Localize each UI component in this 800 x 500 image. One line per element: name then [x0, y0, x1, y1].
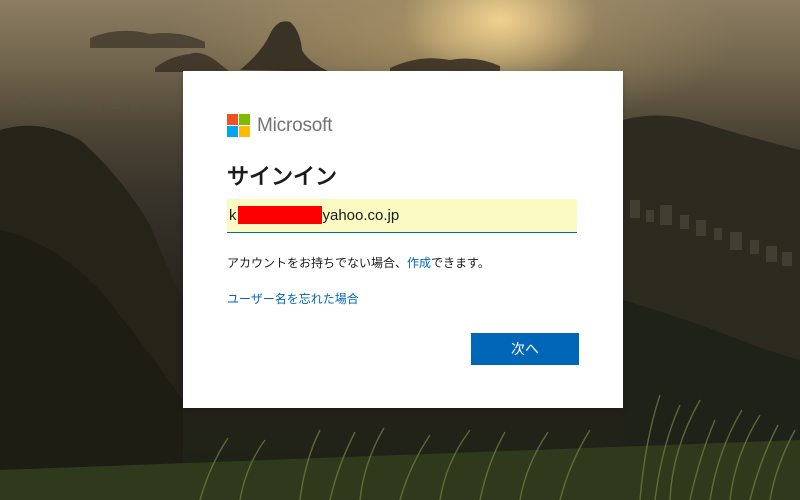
forgot-username-link[interactable]: ユーザー名を忘れた場合 — [227, 292, 359, 306]
email-value: k yahoo.co.jp — [229, 206, 399, 224]
logo-square-yellow — [239, 126, 250, 137]
email-field[interactable]: k yahoo.co.jp — [227, 199, 577, 233]
logo-square-blue — [227, 126, 238, 137]
next-button[interactable]: 次へ — [471, 333, 579, 365]
microsoft-logo: Microsoft — [227, 114, 332, 137]
page-title: サインイン — [227, 165, 338, 190]
forgot-username-row: ユーザー名を忘れた場合 — [227, 290, 359, 307]
logo-square-green — [239, 114, 250, 125]
no-account-message: アカウントをお持ちでない場合、作成できます。 — [227, 254, 490, 271]
windows-logo-icon — [227, 114, 250, 137]
brand-name: Microsoft — [257, 114, 333, 136]
logo-square-red — [227, 114, 238, 125]
redaction-box — [237, 206, 322, 224]
create-account-link[interactable]: 作成 — [407, 256, 431, 270]
signin-card: Microsoft サインイン k yahoo.co.jp アカウントをお持ちで… — [183, 71, 623, 408]
no-account-suffix: できます。 — [431, 256, 490, 270]
email-suffix: yahoo.co.jp — [322, 206, 400, 224]
no-account-text: アカウントをお持ちでない場合、 — [227, 256, 408, 270]
email-prefix: k — [229, 206, 237, 224]
